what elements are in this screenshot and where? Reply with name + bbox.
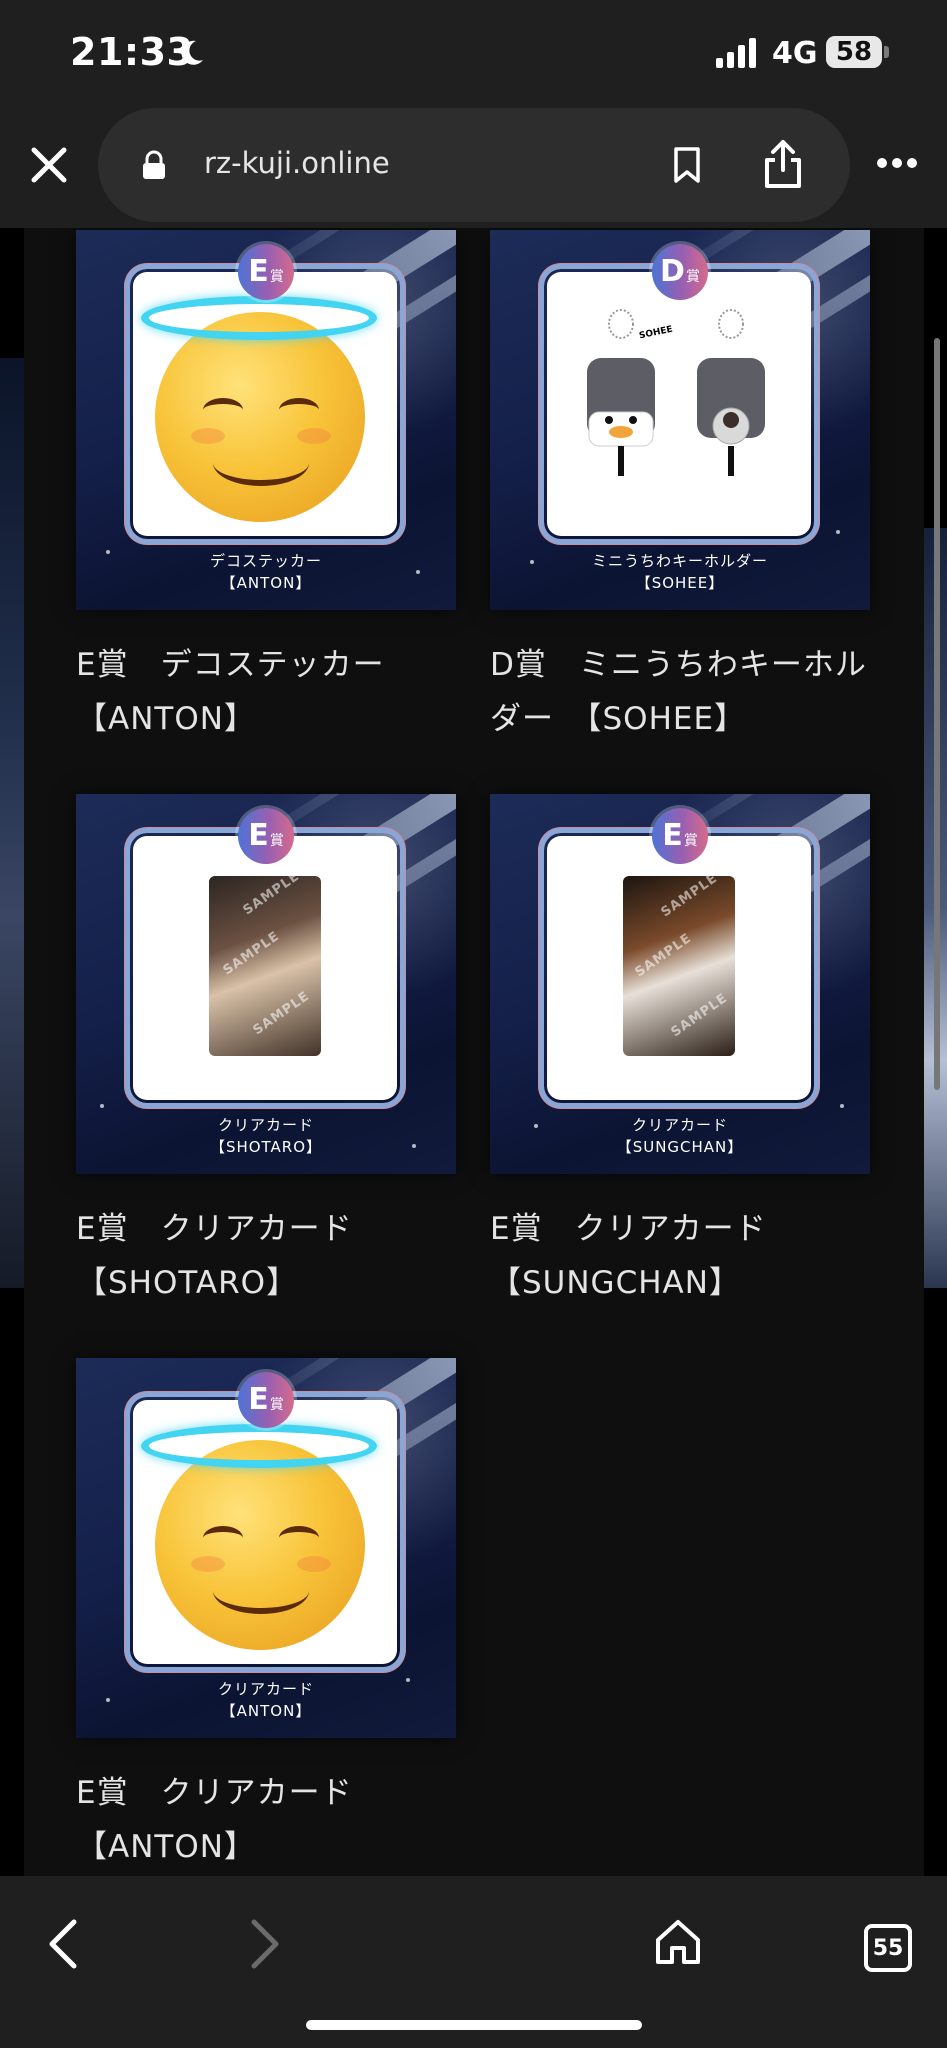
- caption-line: 【ANTON】: [220, 1702, 312, 1720]
- share-icon[interactable]: [762, 138, 804, 190]
- back-arrow-icon[interactable]: [44, 1918, 80, 1970]
- home-icon[interactable]: [654, 1918, 702, 1966]
- caption-line: 【SOHEE】: [635, 574, 725, 592]
- battery-level: 58: [835, 37, 873, 67]
- emoji-mouth: [213, 1568, 309, 1614]
- grade-suffix: 賞: [685, 269, 700, 285]
- grade-suffix: 賞: [269, 833, 284, 849]
- caption-line: クリアカード: [217, 1116, 314, 1134]
- caption-line: 【ANTON】: [220, 574, 312, 592]
- status-bar: 21:33 4G 58: [0, 0, 947, 108]
- battery-tip: [884, 46, 889, 58]
- grade-suffix: 賞: [269, 1397, 284, 1413]
- grade-letter: D: [660, 254, 685, 289]
- emoji-eye: [203, 398, 243, 422]
- product-title[interactable]: E賞 クリアカード【SUNGCHAN】: [490, 1202, 870, 1310]
- home-indicator: [306, 2020, 642, 2030]
- sample-watermark: SAMPLE: [240, 876, 303, 919]
- tab-count: 55: [872, 1935, 904, 1961]
- status-time: 21:33: [70, 30, 194, 74]
- image-caption: ミニうちわキーホルダー 【SOHEE】: [490, 550, 870, 594]
- bookmark-icon[interactable]: [670, 146, 704, 184]
- product-card[interactable]: E賞 クリアカード 【ANTON】 E賞 クリアカード【ANTON】: [76, 1358, 456, 1874]
- star: [100, 1104, 104, 1108]
- caption-line: クリアカード: [217, 1680, 314, 1698]
- emoji-eye: [279, 1526, 319, 1550]
- sample-watermark: SAMPLE: [658, 876, 721, 921]
- item-frame: SAMPLE SAMPLE SAMPLE: [129, 832, 401, 1104]
- grade-letter: E: [248, 254, 269, 289]
- product-image[interactable]: SOHEE D賞 ミニうちわキーホルダー 【SOHEE】: [490, 230, 870, 610]
- grade-letter: E: [248, 818, 269, 853]
- image-caption: クリアカード 【SHOTARO】: [76, 1114, 456, 1158]
- product-title[interactable]: D賞 ミニうちわキーホルダー 【SOHEE】: [490, 638, 870, 746]
- caption-line: ミニうちわキーホルダー: [591, 552, 768, 570]
- signal-icon: [716, 38, 756, 68]
- product-card[interactable]: SOHEE D賞 ミニうちわキーホルダー 【SOHEE】 D賞 ミニうちわキーホ…: [490, 230, 870, 746]
- image-caption: デコステッカー 【ANTON】: [76, 550, 456, 594]
- product-card[interactable]: E賞 デコステッカー 【ANTON】 E賞 デコステッカー【ANTON】: [76, 230, 456, 746]
- browser-bottom-toolbar: 55: [0, 1876, 947, 2048]
- grade-badge: E賞: [238, 808, 294, 864]
- product-image[interactable]: SAMPLE SAMPLE SAMPLE E賞 クリアカード 【SHOTARO】: [76, 794, 456, 1174]
- scrollbar[interactable]: [934, 338, 940, 1090]
- close-icon[interactable]: [28, 144, 70, 186]
- emoji-eye: [279, 398, 319, 422]
- grade-badge: D賞: [652, 244, 708, 300]
- sample-watermark: SAMPLE: [220, 928, 283, 979]
- grade-badge: E賞: [238, 244, 294, 300]
- halo-icon: [141, 1424, 377, 1468]
- grade-suffix: 賞: [683, 833, 698, 849]
- product-card[interactable]: SAMPLE SAMPLE SAMPLE E賞 クリアカード 【SHOTARO】…: [76, 794, 456, 1310]
- sample-watermark: SAMPLE: [668, 990, 731, 1041]
- emoji-mouth: [213, 440, 309, 486]
- browser-toolbar: rz-kuji.online: [0, 108, 947, 228]
- network-type: 4G: [772, 36, 818, 71]
- item-frame: SAMPLE SAMPLE SAMPLE: [543, 832, 815, 1104]
- lock-icon: [143, 150, 165, 179]
- moon-icon: [181, 40, 203, 65]
- grade-letter: E: [662, 818, 683, 853]
- caption-line: クリアカード: [631, 1116, 728, 1134]
- grade-badge: E賞: [652, 808, 708, 864]
- photo-card-image: SAMPLE SAMPLE SAMPLE: [623, 876, 735, 1056]
- caption-line: 【SHOTARO】: [209, 1138, 323, 1156]
- caption-line: 【SUNGCHAN】: [616, 1138, 744, 1156]
- more-icon[interactable]: [876, 156, 918, 170]
- item-frame: [129, 268, 401, 540]
- tabs-icon[interactable]: 55: [864, 1924, 912, 1972]
- product-title[interactable]: E賞 クリアカード【ANTON】: [76, 1766, 456, 1874]
- grade-letter: E: [248, 1382, 269, 1417]
- star: [836, 530, 840, 534]
- product-image[interactable]: SAMPLE SAMPLE SAMPLE E賞 クリアカード 【SUNGCHAN…: [490, 794, 870, 1174]
- page-content[interactable]: E賞 デコステッカー 【ANTON】 E賞 デコステッカー【ANTON】 SOH…: [0, 228, 947, 1876]
- image-caption: クリアカード 【ANTON】: [76, 1678, 456, 1722]
- star: [840, 1104, 844, 1108]
- forward-arrow-icon[interactable]: [248, 1918, 284, 1970]
- image-caption: クリアカード 【SUNGCHAN】: [490, 1114, 870, 1158]
- smiling-halo-emoji-icon: [155, 1440, 365, 1650]
- battery-icon: 58: [826, 36, 882, 68]
- address-bar[interactable]: rz-kuji.online: [98, 108, 850, 222]
- product-image[interactable]: E賞 クリアカード 【ANTON】: [76, 1358, 456, 1738]
- fan-keychain-icon: [697, 309, 765, 476]
- grade-suffix: 賞: [269, 269, 284, 285]
- grade-badge: E賞: [238, 1372, 294, 1428]
- product-grid: E賞 デコステッカー 【ANTON】 E賞 デコステッカー【ANTON】 SOH…: [24, 228, 940, 1876]
- item-frame: [129, 1396, 401, 1668]
- product-title[interactable]: E賞 クリアカード【SHOTARO】: [76, 1202, 456, 1310]
- smiling-halo-emoji-icon: [155, 312, 365, 522]
- photo-card-image: SAMPLE SAMPLE SAMPLE: [209, 876, 321, 1056]
- item-frame: SOHEE: [543, 268, 815, 540]
- url-text[interactable]: rz-kuji.online: [204, 146, 390, 180]
- caption-line: デコステッカー: [209, 552, 322, 570]
- product-image[interactable]: E賞 デコステッカー 【ANTON】: [76, 230, 456, 610]
- product-card[interactable]: SAMPLE SAMPLE SAMPLE E賞 クリアカード 【SUNGCHAN…: [490, 794, 870, 1310]
- halo-icon: [141, 296, 377, 340]
- sample-watermark: SAMPLE: [632, 930, 695, 981]
- emoji-eye: [203, 1526, 243, 1550]
- background-image-left: [0, 358, 24, 1288]
- sample-watermark: SAMPLE: [250, 988, 313, 1039]
- product-title[interactable]: E賞 デコステッカー【ANTON】: [76, 638, 456, 746]
